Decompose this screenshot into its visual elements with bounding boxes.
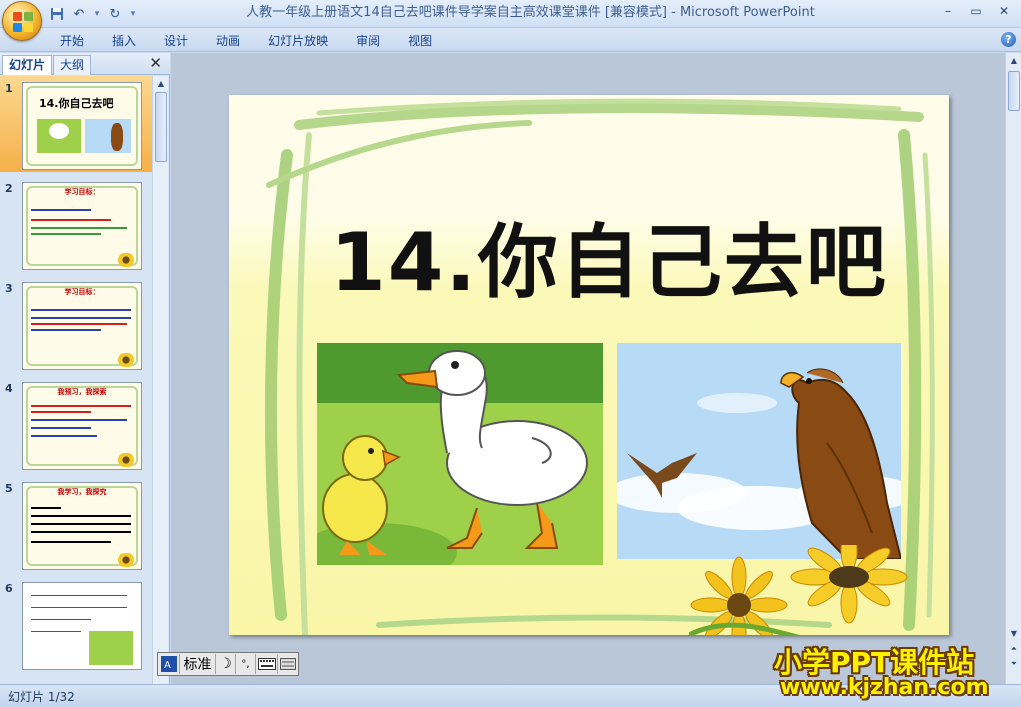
- thumbnail-slide-2[interactable]: 2 学习目标：: [0, 176, 152, 272]
- thumbnail-image: 我预习，我探索: [22, 382, 142, 470]
- thumbnail-number: 1: [5, 82, 13, 95]
- slide-counter: 幻灯片 1/32: [8, 690, 75, 704]
- ime-logo-icon[interactable]: A: [158, 654, 180, 674]
- thumbnail-scrollbar[interactable]: ▲: [152, 76, 168, 684]
- title-bar: ↶ ▾ ↻ ▾ 人教一年级上册语文14自己去吧课件导学案自主高效课堂课件 [兼容…: [0, 0, 1021, 28]
- tab-slideshow[interactable]: 幻灯片放映: [254, 31, 342, 51]
- ime-toolbar: A 标准 ☽ °,: [157, 652, 299, 676]
- soft-keyboard-icon[interactable]: [256, 654, 278, 674]
- eagles-picture[interactable]: [617, 343, 901, 559]
- editor-scrollbar[interactable]: ▲ ▼ ⏶ ⏷: [1005, 53, 1021, 684]
- thumbnail-title: 学习目标：: [64, 288, 100, 296]
- close-button[interactable]: ✕: [991, 2, 1017, 20]
- window-controls: – ▭ ✕: [935, 2, 1017, 20]
- office-logo-icon: [13, 12, 33, 32]
- scroll-up-icon[interactable]: ▲: [155, 78, 167, 90]
- scroll-thumb[interactable]: [1008, 71, 1020, 111]
- tab-slides[interactable]: 幻灯片: [2, 55, 53, 75]
- tab-home[interactable]: 开始: [46, 31, 98, 51]
- ime-mode-button[interactable]: 标准: [180, 654, 216, 674]
- scroll-thumb[interactable]: [155, 92, 167, 162]
- tab-view[interactable]: 视图: [394, 31, 446, 51]
- thumbnail-image: 14.你自己去吧: [22, 82, 142, 170]
- thumbnail-slide-5[interactable]: 5 我学习，我探究: [0, 476, 152, 572]
- scroll-up-icon[interactable]: ▲: [1008, 55, 1020, 67]
- slides-panel: 幻灯片 大纲 ✕ 1 14.你自己去吧 2 学习目标： 3 学习目标： 4 我预…: [0, 53, 170, 684]
- slide-canvas[interactable]: 14.你自己去吧: [229, 95, 949, 635]
- ime-menu-icon[interactable]: [278, 654, 298, 674]
- close-panel-icon[interactable]: ✕: [149, 54, 162, 72]
- panel-tabs: 幻灯片 大纲 ✕: [0, 53, 170, 75]
- ducks-picture[interactable]: [317, 343, 603, 565]
- restore-button[interactable]: ▭: [963, 2, 989, 20]
- thumbnail-title: 我学习，我探究: [57, 488, 107, 496]
- thumbnail-slide-3[interactable]: 3 学习目标：: [0, 276, 152, 372]
- slide-title[interactable]: 14.你自己去吧: [329, 198, 889, 314]
- tab-animations[interactable]: 动画: [202, 31, 254, 51]
- tab-design[interactable]: 设计: [150, 31, 202, 51]
- half-width-icon[interactable]: ☽: [216, 654, 236, 674]
- thumbnail-image: 学习目标：: [22, 282, 142, 370]
- thumbnail-slide-1[interactable]: 1 14.你自己去吧: [0, 76, 152, 172]
- tab-outline[interactable]: 大纲: [53, 55, 92, 75]
- thumbnail-list: 1 14.你自己去吧 2 学习目标： 3 学习目标： 4 我预习，我探索 5 我…: [0, 76, 152, 684]
- watermark-url: www.kjzhan.com: [780, 675, 989, 700]
- tab-insert[interactable]: 插入: [98, 31, 150, 51]
- next-slide-icon[interactable]: ⏷: [1008, 658, 1020, 670]
- thumbnail-title: 我预习，我探索: [57, 388, 107, 396]
- punctuation-icon[interactable]: °,: [236, 654, 256, 674]
- thumbnail-title: 14.你自己去吧: [39, 97, 114, 110]
- thumbnail-title: 学习目标：: [64, 188, 100, 196]
- window-title: 人教一年级上册语文14自己去吧课件导学案自主高效课堂课件 [兼容模式] - Mi…: [246, 5, 815, 20]
- ribbon-tabs: 开始 插入 设计 动画 幻灯片放映 审阅 视图: [46, 31, 446, 51]
- thumbnail-number: 2: [5, 182, 13, 195]
- sunflower-decoration: [689, 545, 908, 635]
- scroll-down-icon[interactable]: ▼: [1008, 628, 1020, 640]
- thumbnail-number: 3: [5, 282, 13, 295]
- thumbnail-number: 6: [5, 582, 13, 595]
- thumbnail-slide-4[interactable]: 4 我预习，我探索: [0, 376, 152, 472]
- thumbnail-image: [22, 582, 142, 670]
- tab-review[interactable]: 审阅: [342, 31, 394, 51]
- thumbnail-image: 我学习，我探究: [22, 482, 142, 570]
- thumbnail-number: 5: [5, 482, 13, 495]
- office-button[interactable]: [2, 1, 42, 41]
- thumbnail-number: 4: [5, 382, 13, 395]
- thumbnail-image: 学习目标：: [22, 182, 142, 270]
- ribbon: 开始 插入 设计 动画 幻灯片放映 审阅 视图 ?: [0, 28, 1021, 52]
- svg-text:A: A: [164, 660, 171, 671]
- previous-slide-icon[interactable]: ⏶: [1008, 643, 1020, 655]
- thumbnail-slide-6[interactable]: 6: [0, 576, 152, 672]
- help-icon[interactable]: ?: [1001, 32, 1016, 47]
- minimize-button[interactable]: –: [935, 2, 961, 20]
